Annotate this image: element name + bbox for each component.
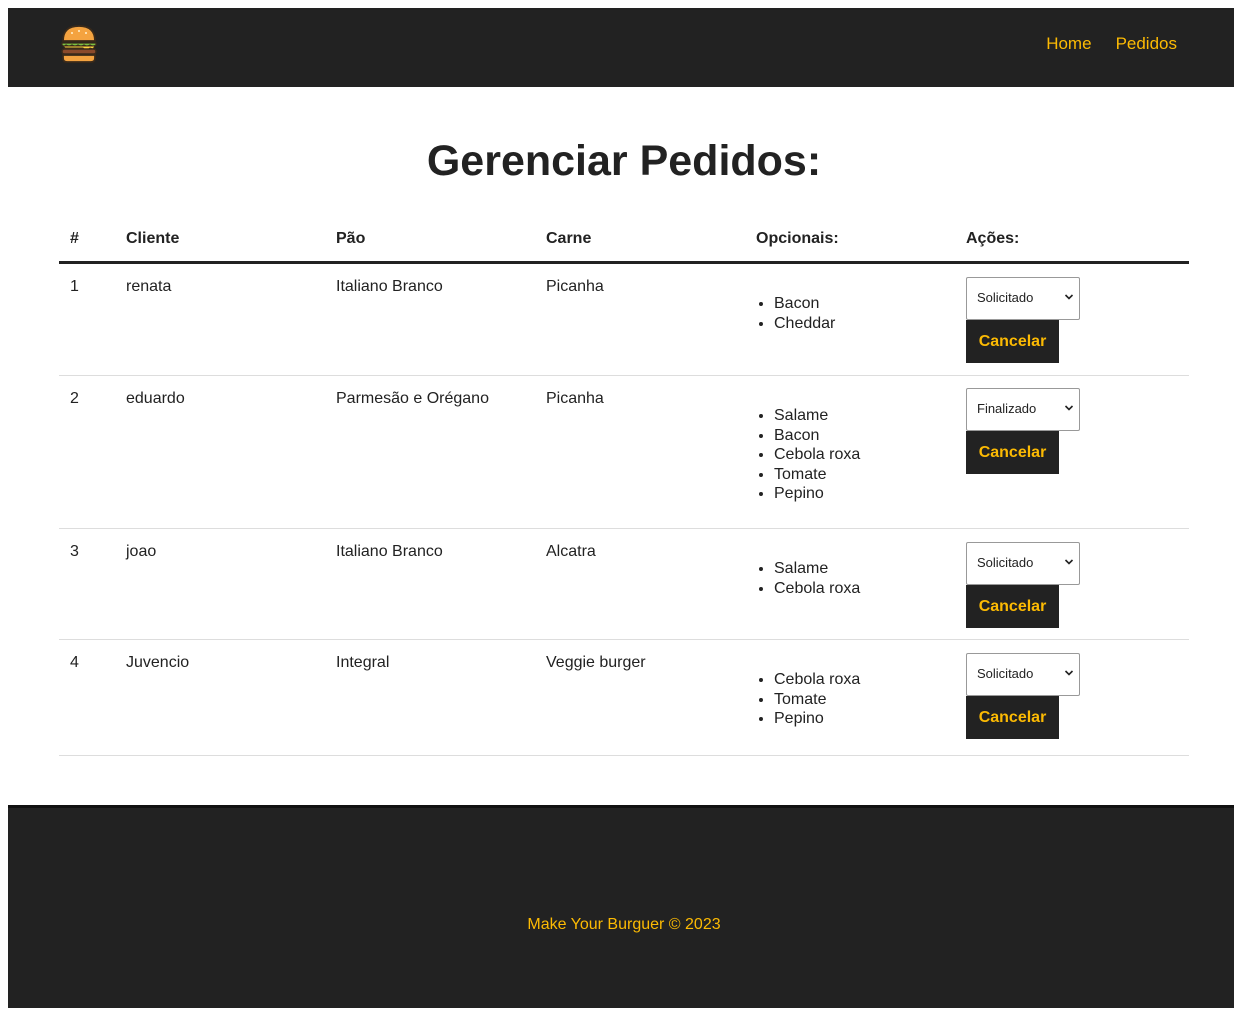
list-item: Bacon xyxy=(774,426,966,446)
orders-table: # Cliente Pão Carne Opcionais: Ações: 1 … xyxy=(59,216,1189,756)
order-number: 1 xyxy=(70,278,79,295)
table-row: 1 renata Italiano Branco Picanha Bacon C… xyxy=(59,264,1189,376)
footer-copyright: Make Your Burguer © 2023 xyxy=(527,916,721,933)
order-acoes: Solicitado Cancelar xyxy=(966,529,1189,639)
order-cliente: eduardo xyxy=(126,390,185,407)
cancel-button[interactable]: Cancelar xyxy=(966,320,1059,363)
opcionais-list: Cebola roxa Tomate Pepino xyxy=(756,670,966,729)
order-carne: Picanha xyxy=(546,390,604,407)
status-select[interactable]: Solicitado xyxy=(966,653,1080,696)
list-item: Cebola roxa xyxy=(774,445,966,465)
status-select[interactable]: Solicitado xyxy=(966,277,1080,320)
opcionais-list: Salame Cebola roxa xyxy=(756,559,966,598)
page-title: Gerenciar Pedidos: xyxy=(426,137,822,185)
opcionais-list: Bacon Cheddar xyxy=(756,294,966,333)
burger-icon[interactable] xyxy=(60,24,98,64)
list-item: Tomate xyxy=(774,465,966,485)
order-pao: Parmesão e Orégano xyxy=(336,390,489,407)
header-pao: Pão xyxy=(336,229,366,247)
table-header: # Cliente Pão Carne Opcionais: Ações: xyxy=(59,216,1189,264)
order-opcionais: Bacon Cheddar xyxy=(756,264,966,375)
order-number: 2 xyxy=(70,390,79,407)
cancel-button[interactable]: Cancelar xyxy=(966,431,1059,474)
page: Home Pedidos Gerenciar Pedidos: # Client… xyxy=(0,0,1234,1016)
order-carne: Picanha xyxy=(546,278,604,295)
list-item: Pepino xyxy=(774,484,966,504)
order-pao: Italiano Branco xyxy=(336,543,443,560)
order-opcionais: Salame Cebola roxa xyxy=(756,529,966,639)
table-row: 3 joao Italiano Branco Alcatra Salame Ce… xyxy=(59,529,1189,640)
header-opcionais: Opcionais: xyxy=(756,229,839,247)
order-pao: Italiano Branco xyxy=(336,278,443,295)
header-cliente: Cliente xyxy=(126,229,180,247)
order-number: 4 xyxy=(70,654,79,671)
order-number: 3 xyxy=(70,543,79,560)
order-cliente: joao xyxy=(126,543,157,560)
order-acoes: Finalizado Cancelar xyxy=(966,376,1189,528)
list-item: Salame xyxy=(774,559,966,579)
footer: Make Your Burguer © 2023 xyxy=(8,805,1234,1008)
list-item: Pepino xyxy=(774,709,966,729)
header-carne: Carne xyxy=(546,229,592,247)
order-cliente: renata xyxy=(126,278,172,295)
list-item: Tomate xyxy=(774,690,966,710)
list-item: Cheddar xyxy=(774,314,966,334)
list-item: Cebola roxa xyxy=(774,670,966,690)
nav-link-home[interactable]: Home xyxy=(1046,34,1091,54)
order-cliente: Juvencio xyxy=(126,654,190,671)
nav-link-pedidos[interactable]: Pedidos xyxy=(1116,34,1177,54)
list-item: Bacon xyxy=(774,294,966,314)
order-opcionais: Cebola roxa Tomate Pepino xyxy=(756,640,966,755)
opcionais-list: Salame Bacon Cebola roxa Tomate Pepino xyxy=(756,406,966,504)
list-item: Cebola roxa xyxy=(774,579,966,599)
cancel-button[interactable]: Cancelar xyxy=(966,585,1059,628)
navbar: Home Pedidos xyxy=(8,8,1234,87)
header-number: # xyxy=(70,229,79,247)
order-carne: Veggie burger xyxy=(546,654,646,671)
list-item: Salame xyxy=(774,406,966,426)
table-row: 4 Juvencio Integral Veggie burger Cebola… xyxy=(59,640,1189,756)
order-acoes: Solicitado Cancelar xyxy=(966,264,1189,375)
table-row: 2 eduardo Parmesão e Orégano Picanha Sal… xyxy=(59,376,1189,529)
order-acoes: Solicitado Cancelar xyxy=(966,640,1189,755)
status-select[interactable]: Finalizado xyxy=(966,388,1080,431)
order-carne: Alcatra xyxy=(546,543,596,560)
cancel-button[interactable]: Cancelar xyxy=(966,696,1059,739)
order-pao: Integral xyxy=(336,654,390,671)
order-opcionais: Salame Bacon Cebola roxa Tomate Pepino xyxy=(756,376,966,528)
nav-links: Home Pedidos xyxy=(1046,34,1177,54)
header-acoes: Ações: xyxy=(966,229,1020,247)
status-select[interactable]: Solicitado xyxy=(966,542,1080,585)
